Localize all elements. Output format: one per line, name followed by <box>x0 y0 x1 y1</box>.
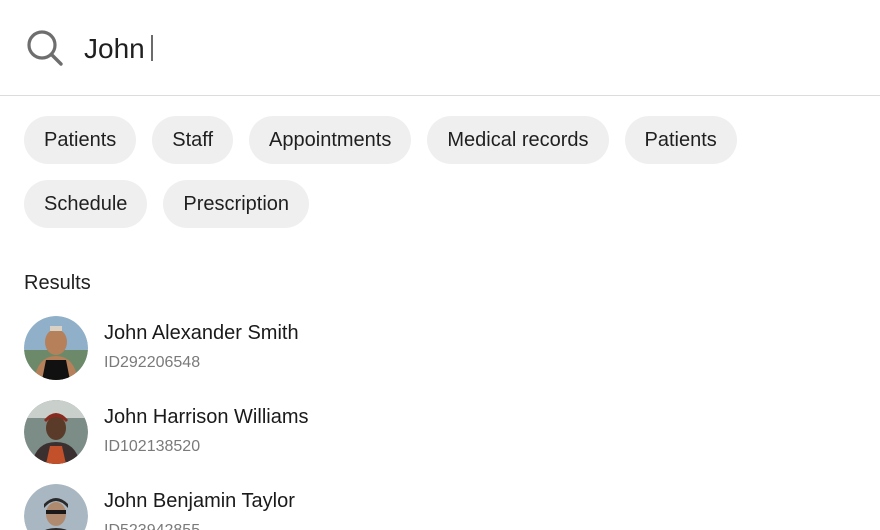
chip-prescription[interactable]: Prescription <box>163 180 310 228</box>
search-input[interactable]: John <box>84 28 153 70</box>
result-item[interactable]: John Alexander Smith ID292206548 <box>24 316 624 380</box>
results-heading: Results <box>24 272 91 294</box>
result-name: John Benjamin Taylor <box>104 490 295 512</box>
result-name: John Alexander Smith <box>104 322 299 344</box>
result-id: ID292206548 <box>104 354 201 371</box>
result-id: ID102138520 <box>104 438 201 455</box>
chip-staff[interactable]: Staff <box>152 116 234 164</box>
chip-row-2: Schedule Prescription <box>24 180 864 228</box>
search-bar: John <box>0 0 880 96</box>
result-item[interactable]: John Benjamin Taylor ID523942855 <box>24 484 624 530</box>
filter-chips: Patients Staff Appointments Medical reco… <box>24 116 864 244</box>
chip-appointments[interactable]: Appointments <box>249 116 412 164</box>
avatar <box>24 316 88 380</box>
result-item[interactable]: John Harrison Williams ID102138520 <box>24 400 624 464</box>
chip-row-1: Patients Staff Appointments Medical reco… <box>24 116 864 164</box>
chip-schedule[interactable]: Schedule <box>24 180 148 228</box>
search-icon[interactable] <box>26 29 64 67</box>
chip-medical-records[interactable]: Medical records <box>427 116 609 164</box>
text-caret <box>150 35 153 61</box>
search-input-value: John <box>84 33 145 64</box>
chip-patients-2[interactable]: Patients <box>624 116 737 164</box>
avatar <box>24 484 88 530</box>
avatar <box>24 400 88 464</box>
result-name: John Harrison Williams <box>104 406 309 428</box>
chip-patients[interactable]: Patients <box>24 116 137 164</box>
result-id: ID523942855 <box>104 522 200 530</box>
